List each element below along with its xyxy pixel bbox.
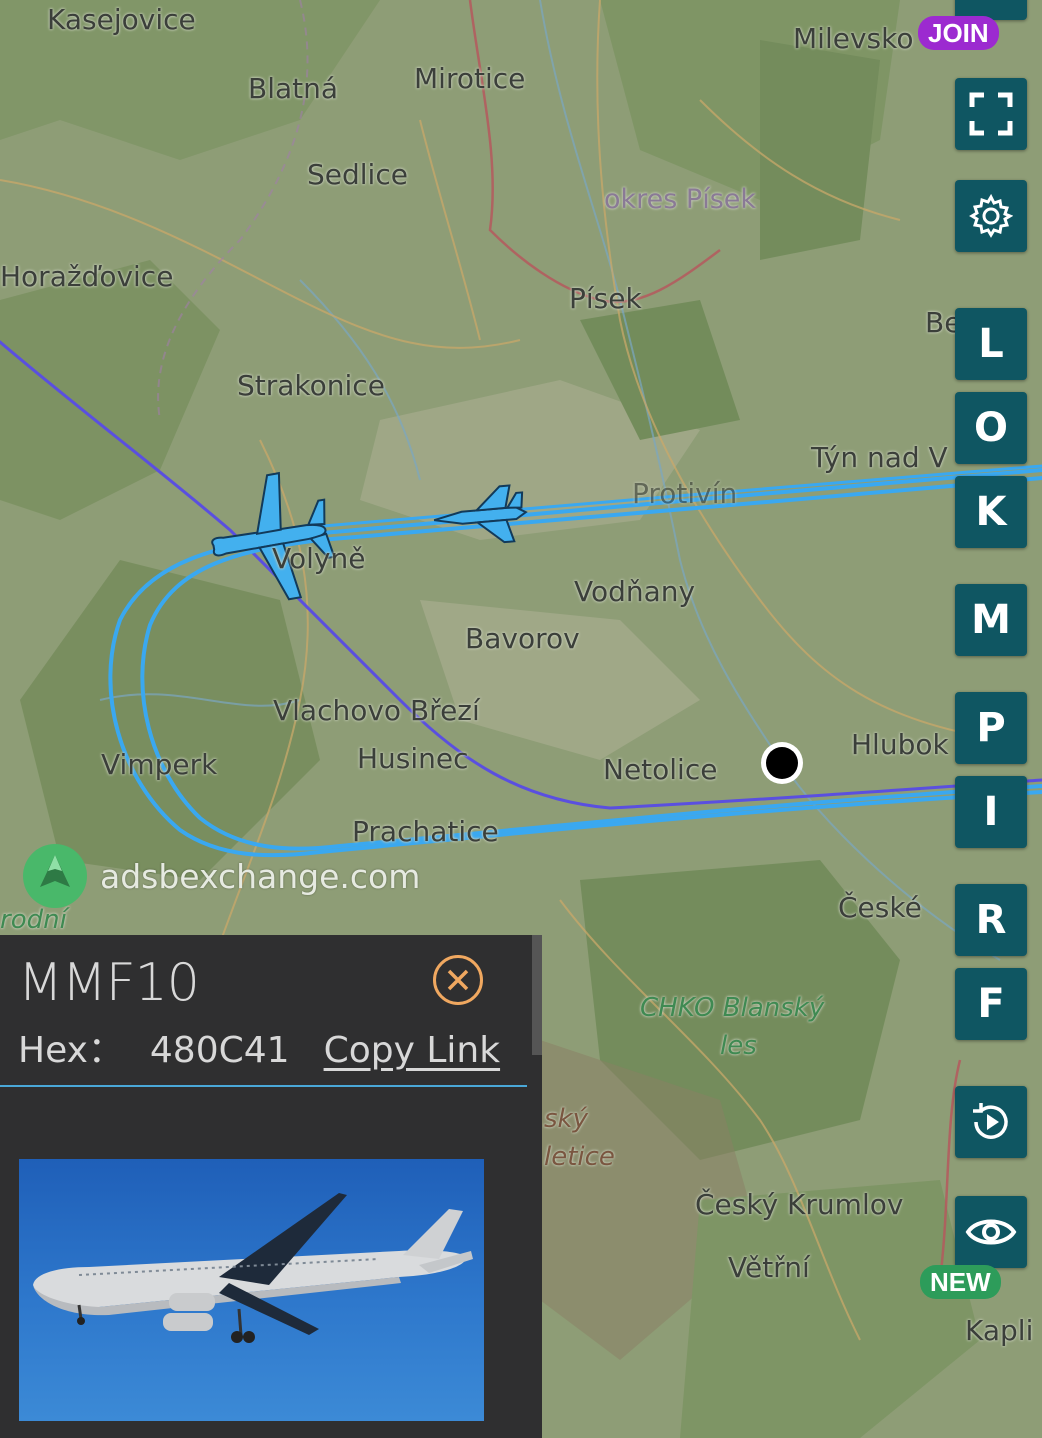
place-label: Týn nad V bbox=[811, 441, 948, 474]
toolbar-button-i[interactable]: I bbox=[955, 776, 1027, 848]
place-label: CHKO Blanský bbox=[640, 993, 825, 1023]
adsbexchange-watermark: adsbexchange.com bbox=[22, 843, 420, 909]
place-label: Bavorov bbox=[465, 622, 580, 655]
toolbar-button-f[interactable]: F bbox=[955, 968, 1027, 1040]
hex-label: Hex： bbox=[18, 1030, 124, 1071]
close-button[interactable] bbox=[433, 955, 483, 1005]
fullscreen-icon bbox=[969, 92, 1013, 136]
place-label: České bbox=[838, 891, 922, 924]
hex-row: Hex： 480C41 Copy Link bbox=[18, 1021, 500, 1073]
gear-icon bbox=[969, 194, 1013, 238]
callsign: MMF10 bbox=[18, 953, 200, 1013]
place-label: ský bbox=[544, 1104, 588, 1134]
toolbar-button-o[interactable]: O bbox=[955, 392, 1027, 464]
place-label: Protivín bbox=[632, 477, 738, 510]
panel-divider bbox=[0, 1085, 527, 1087]
location-marker[interactable] bbox=[761, 742, 803, 784]
new-badge: NEW bbox=[920, 1265, 1001, 1299]
place-label: Milevsko bbox=[793, 22, 914, 55]
join-badge[interactable]: JOIN bbox=[918, 16, 999, 50]
toolbar-button-k[interactable]: K bbox=[955, 476, 1027, 548]
close-icon bbox=[447, 969, 469, 991]
place-label: Kapli bbox=[965, 1314, 1034, 1347]
replay-icon bbox=[973, 1103, 1008, 1139]
place-label: okres Písek bbox=[604, 184, 757, 215]
brand-text: adsbexchange.com bbox=[100, 856, 421, 896]
place-label: Hlubok bbox=[851, 728, 949, 761]
place-label: Blatná bbox=[248, 72, 339, 105]
place-label: Mirotice bbox=[414, 62, 526, 95]
view-toggle-button[interactable] bbox=[955, 1196, 1027, 1268]
place-label: Vimperk bbox=[101, 748, 218, 781]
place-label: Sedlice bbox=[307, 158, 408, 191]
place-label: rodní bbox=[0, 905, 67, 935]
place-label: letice bbox=[544, 1142, 615, 1172]
place-label: Kasejovice bbox=[47, 3, 196, 36]
place-label: Český Krumlov bbox=[695, 1188, 904, 1221]
toolbar-button-r[interactable]: R bbox=[955, 884, 1027, 956]
place-label: Volyně bbox=[272, 542, 366, 575]
place-label: Větřní bbox=[728, 1251, 810, 1284]
place-label: Netolice bbox=[603, 753, 718, 786]
place-label: Husinec bbox=[357, 742, 469, 775]
copy-link[interactable]: Copy Link bbox=[324, 1030, 500, 1071]
place-label: Strakonice bbox=[237, 369, 385, 402]
toolbar-button-m[interactable]: M bbox=[955, 584, 1027, 656]
place-label: Horažďovice bbox=[0, 260, 174, 293]
place-label: Vlachovo Březí bbox=[273, 694, 480, 727]
place-label: les bbox=[720, 1031, 757, 1061]
adsbexchange-logo-icon bbox=[23, 844, 87, 908]
settings-button[interactable] bbox=[955, 180, 1027, 252]
aircraft-photo[interactable] bbox=[19, 1159, 484, 1421]
place-label: Vodňany bbox=[574, 575, 696, 608]
eye-icon bbox=[965, 1219, 1017, 1245]
toolbar-button-l[interactable]: L bbox=[955, 308, 1027, 380]
aircraft-photo-image bbox=[33, 1193, 473, 1343]
aircraft-info-panel: MMF10 Hex： 480C41 Copy Link bbox=[0, 935, 542, 1438]
fullscreen-button[interactable] bbox=[955, 78, 1027, 150]
place-label: Písek bbox=[569, 282, 642, 315]
hex-value: 480C41 bbox=[149, 1030, 290, 1071]
panel-scrollbar[interactable] bbox=[532, 935, 542, 1055]
toolbar-button-p[interactable]: P bbox=[955, 692, 1027, 764]
replay-button[interactable] bbox=[955, 1086, 1027, 1158]
